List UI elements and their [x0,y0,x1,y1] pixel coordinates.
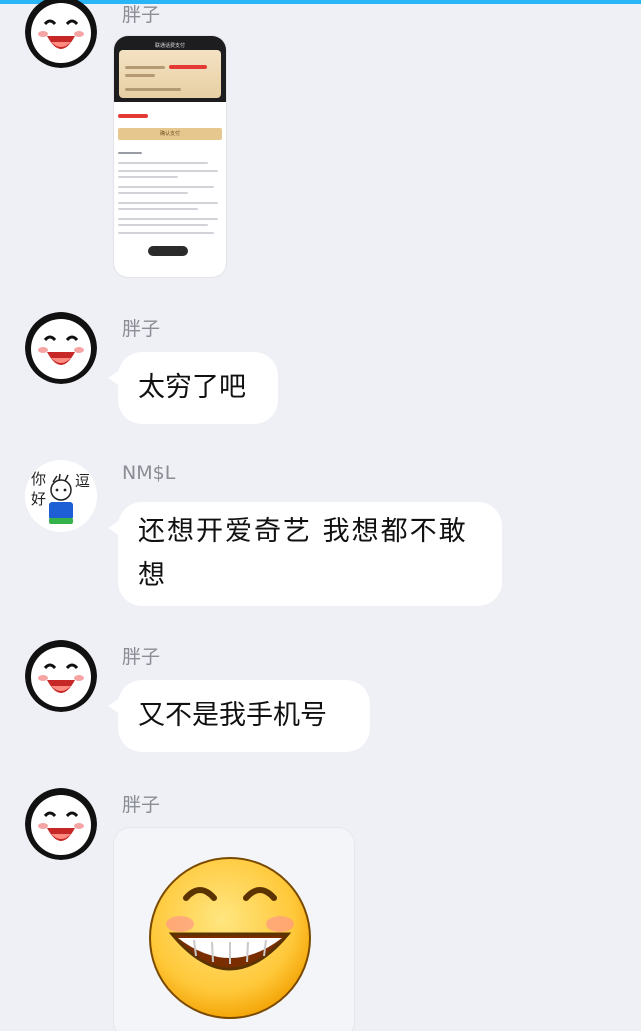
grinning-emoji-icon [149,857,311,1019]
message-bubble[interactable]: 还想开爱奇艺 我想都不敢 想 [108,502,502,606]
sender-name: 胖子 [122,646,161,668]
avatar-pangzi[interactable] [25,312,97,384]
sender-name: 胖子 [122,318,161,340]
thumb-confirm-button: 确认支付 [118,128,222,140]
message-text: 还想开爱奇艺 我想都不敢 [138,516,468,547]
screenshot-image-message[interactable]: 联通话费支付 确认支付 [114,36,226,277]
thumb-header: 联通话费支付 [114,36,226,102]
redacted-mark [118,114,148,118]
sender-name: 胖子 [122,794,161,816]
sender-name: 胖子 [122,4,161,26]
chat-thread[interactable]: 胖子 联通话费支付 确认支付 胖子 太穷了吧 你 好 逗 NM$L 还想开爱奇艺… [0,0,641,1031]
message-bubble[interactable]: 太穷了吧 [108,352,278,424]
avatar-pangzi[interactable] [25,640,97,712]
doodle-text: 你 [31,470,46,488]
sticker-message[interactable] [114,828,354,1031]
laughing-face-icon [25,0,97,68]
doodle-text: 好 [31,490,46,508]
thumb-title: 联通话费支付 [154,43,185,49]
doodle-text: 逗 [75,472,90,490]
message-text: 太穷了吧 [138,372,246,403]
message-text: 又不是我手机号 [138,700,327,731]
laughing-face-icon [25,640,97,712]
thumb-return-pill [148,246,188,256]
thumb-card [119,50,221,98]
avatar-pangzi[interactable] [25,0,97,68]
laughing-face-icon [25,312,97,384]
message-bubble[interactable]: 又不是我手机号 [108,680,370,752]
avatar-nmsl[interactable]: 你 好 逗 [25,460,97,532]
sender-name: NM$L [122,462,176,484]
thumb-notice-heading [118,152,142,154]
cartoon-doodle-icon: 你 好 逗 [25,460,97,532]
message-text: 想 [138,560,167,591]
laughing-face-icon [25,788,97,860]
avatar-pangzi[interactable] [25,788,97,860]
